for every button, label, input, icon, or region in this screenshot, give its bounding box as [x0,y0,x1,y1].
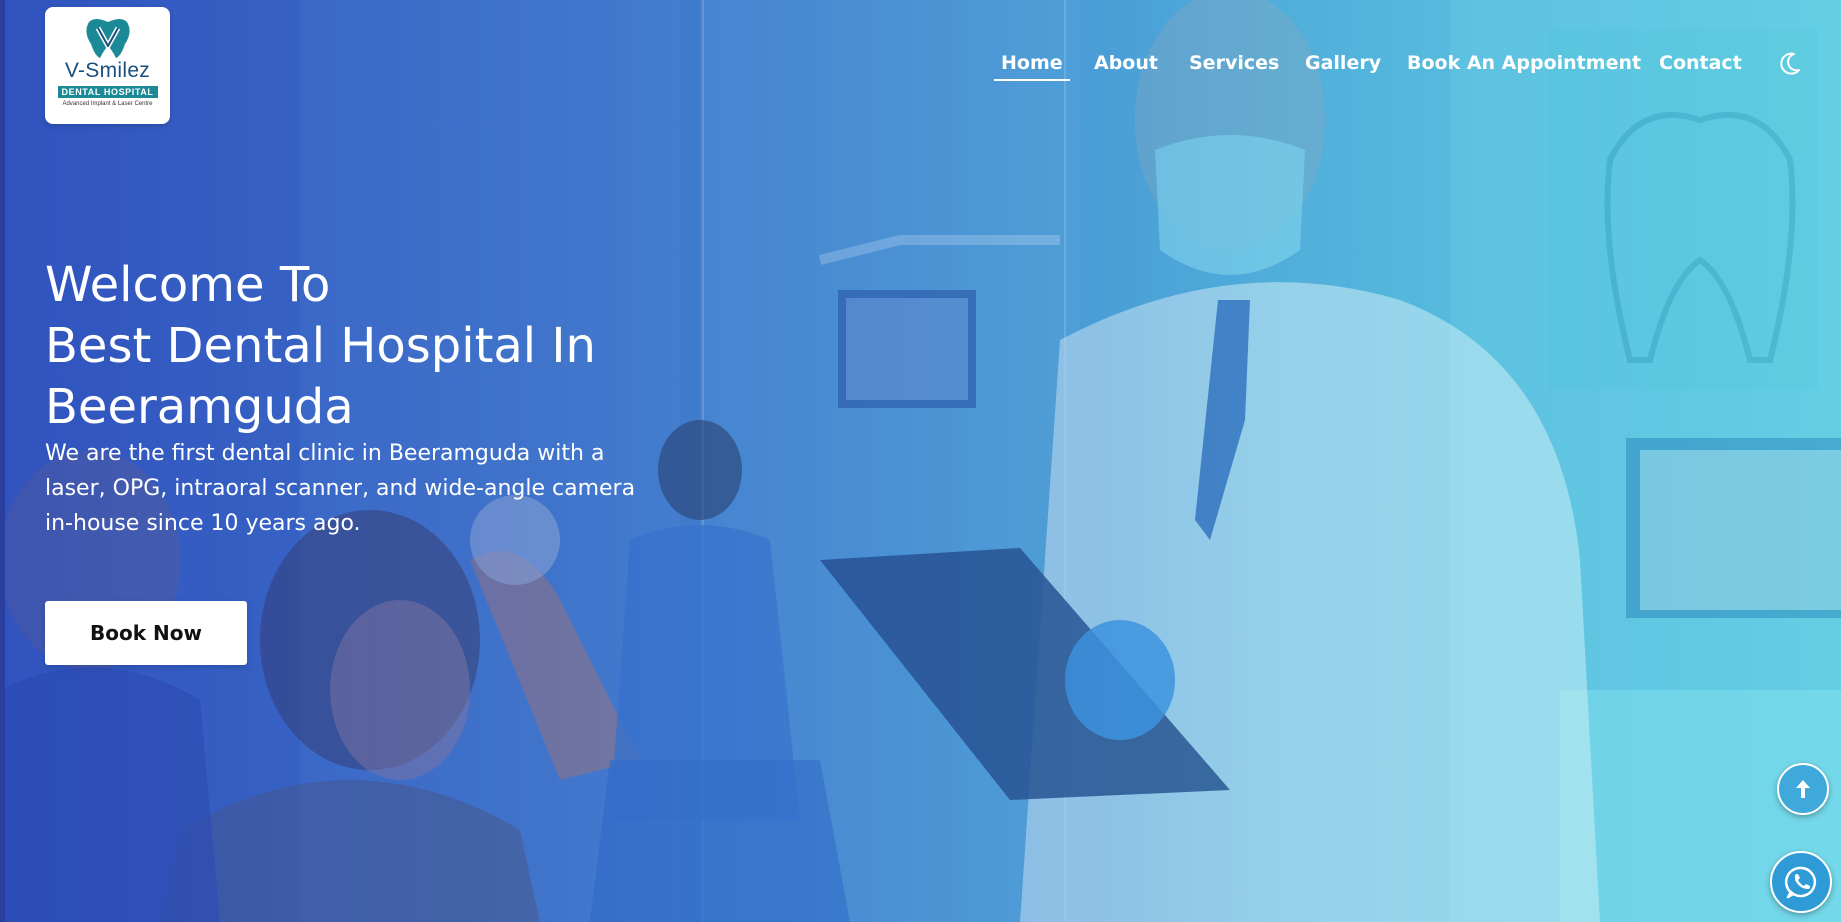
hero-section: V-Smilez DENTAL HOSPITAL Advanced Implan… [0,0,1841,922]
book-now-button[interactable]: Book Now [45,601,247,665]
site-logo[interactable]: V-Smilez DENTAL HOSPITAL Advanced Implan… [45,7,170,124]
hero-description: We are the first dental clinic in Beeram… [45,441,636,536]
hero-title: Welcome To Best Dental Hospital In Beera… [45,255,745,438]
whatsapp-button[interactable] [1770,851,1832,913]
nav-contact[interactable]: Contact [1659,52,1742,74]
arrow-up-icon [1796,780,1810,798]
tooth-icon [85,19,130,58]
logo-name: V-Smilez [64,59,151,82]
hero-title-line-3: Beeramguda [45,379,354,435]
logo-subtitle: DENTAL HOSPITAL [57,86,158,98]
nav-book-appointment[interactable]: Book An Appointment [1407,52,1641,74]
hero-title-line-2: Best Dental Hospital In [45,318,596,374]
logo-tagline: Advanced Implant & Laser Centre [62,101,153,107]
whatsapp-icon [1784,866,1817,899]
scroll-to-top-button[interactable] [1777,763,1829,815]
nav-gallery[interactable]: Gallery [1305,52,1381,74]
nav-home[interactable]: Home [994,52,1070,81]
left-edge-strip [0,0,5,922]
nav-about[interactable]: About [1094,52,1158,74]
nav-services[interactable]: Services [1189,52,1279,74]
hero-title-line-1: Welcome To [45,257,331,313]
theme-toggle[interactable] [1775,50,1803,78]
moon-icon [1780,52,1800,75]
